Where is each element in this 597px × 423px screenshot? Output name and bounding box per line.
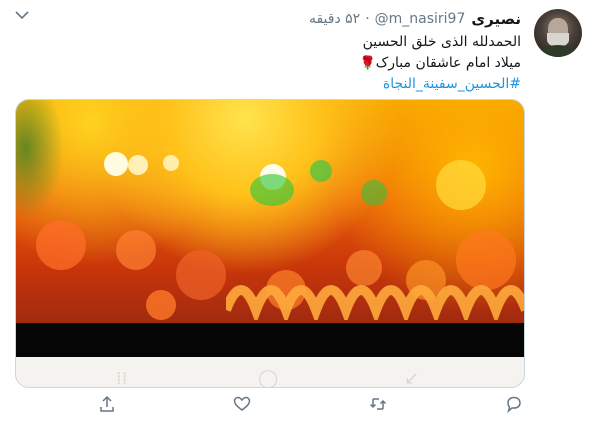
- chevron-down-icon[interactable]: [12, 8, 32, 24]
- timestamp[interactable]: ۵۲ دقیقه: [309, 11, 360, 27]
- user-handle[interactable]: @m_nasiri97: [375, 11, 466, 27]
- rose-emoji: 🌹: [359, 56, 376, 71]
- tweet-line-2-text: میلاد امام عاشقان مبارک: [375, 55, 521, 71]
- avatar[interactable]: [534, 9, 582, 57]
- display-name[interactable]: نصیری: [471, 10, 521, 28]
- retweet-icon[interactable]: [369, 395, 389, 415]
- share-icon[interactable]: [98, 395, 118, 415]
- tweet-photo[interactable]: [16, 100, 524, 323]
- tweet-header: نصیری @m_nasiri97 · ۵۲ دقیقه: [309, 9, 521, 29]
- media-bottom-bar: [16, 323, 524, 357]
- tweet-actions: [0, 395, 597, 419]
- tweet-line-1: الحمدلله الذی خلق الحسین: [362, 34, 521, 50]
- media-card[interactable]: ⁞⁞ ◯ ↙: [15, 99, 525, 388]
- hashtag-link[interactable]: #الحسین_سفینة_النجاة: [383, 76, 521, 92]
- tweet-text: الحمدلله الذی خلق الحسین میلاد امام عاشق…: [81, 32, 521, 95]
- tweet-line-2: میلاد امام عاشقان مبارک🌹: [81, 53, 521, 74]
- reply-icon[interactable]: [505, 395, 525, 415]
- heart-icon[interactable]: [233, 395, 253, 415]
- separator-dot: ·: [365, 11, 370, 27]
